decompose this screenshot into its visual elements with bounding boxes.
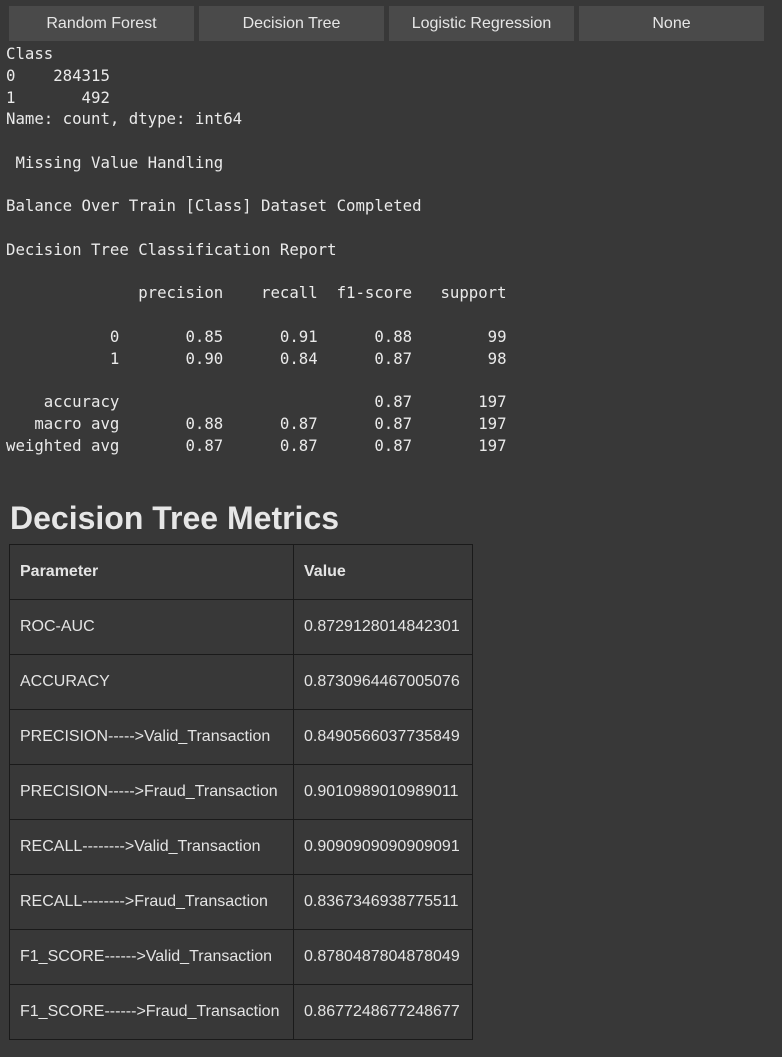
console-line: 1 0.90 0.84 0.87 98 <box>6 348 507 368</box>
random-forest-button[interactable]: Random Forest <box>9 6 194 41</box>
table-row: PRECISION----->Fraud_Transaction 0.90109… <box>9 764 473 820</box>
table-row: F1_SCORE------>Valid_Transaction 0.87804… <box>9 929 473 985</box>
console-line: macro avg 0.88 0.87 0.87 197 <box>6 413 507 433</box>
console-line: 0 0.85 0.91 0.88 99 <box>6 326 507 346</box>
metrics-title: Decision Tree Metrics <box>10 500 340 536</box>
parameter-cell: RECALL-------->Fraud_Transaction <box>9 874 294 930</box>
none-button[interactable]: None <box>579 6 764 41</box>
logistic-regression-button[interactable]: Logistic Regression <box>389 6 574 41</box>
console-line: Name: count, dtype: int64 <box>6 109 243 129</box>
parameter-cell: PRECISION----->Fraud_Transaction <box>9 764 294 820</box>
parameter-cell: RECALL-------->Valid_Transaction <box>9 819 294 875</box>
console-line: 1 492 <box>6 87 110 107</box>
value-cell: 0.8490566037735849 <box>293 709 473 765</box>
table-row: F1_SCORE------>Fraud_Transaction 0.86772… <box>9 984 473 1040</box>
console-output: Class 0 284315 1 492 Name: count, dtype: in… <box>6 43 507 456</box>
console-line: Balance Over Train [Class] Dataset Compl… <box>6 196 422 216</box>
value-cell: 0.9010989010989011 <box>293 764 473 820</box>
value-cell: 0.9090909090909091 <box>293 819 473 875</box>
console-line: accuracy 0.87 197 <box>6 392 507 411</box>
console-line: precision recall f1-score support <box>6 283 507 303</box>
table-row: ROC-AUC 0.8729128014842301 <box>9 599 473 655</box>
table-row: ACCURACY 0.8730964467005076 <box>9 654 473 710</box>
parameter-cell: PRECISION----->Valid_Transaction <box>9 709 294 765</box>
value-cell: 0.8677248677248677 <box>293 984 473 1040</box>
value-cell: 0.8780487804878049 <box>293 929 473 985</box>
console-line: weighted avg 0.87 0.87 0.87 197 <box>6 435 507 455</box>
table-row: RECALL-------->Valid_Transaction 0.90909… <box>9 819 473 875</box>
table-header-row: Parameter Value <box>9 544 473 600</box>
console-line: Decision Tree Classification Report <box>6 239 337 259</box>
parameter-cell: F1_SCORE------>Fraud_Transaction <box>9 984 294 1040</box>
value-cell: 0.8367346938775511 <box>293 874 473 930</box>
decision-tree-button[interactable]: Decision Tree <box>199 6 384 41</box>
header-value: Value <box>293 544 473 600</box>
metrics-table: Parameter Value ROC-AUC 0.87291280148423… <box>9 544 473 1040</box>
model-selector-toolbar: Random Forest Decision Tree Logistic Reg… <box>9 6 764 41</box>
table-row: RECALL-------->Fraud_Transaction 0.83673… <box>9 874 473 930</box>
parameter-cell: ACCURACY <box>9 654 294 710</box>
parameter-cell: F1_SCORE------>Valid_Transaction <box>9 929 294 985</box>
console-line: Missing Value Handling <box>6 152 224 172</box>
value-cell: 0.8730964467005076 <box>293 654 473 710</box>
value-cell: 0.8729128014842301 <box>293 599 473 655</box>
header-parameter: Parameter <box>9 544 294 600</box>
parameter-cell: ROC-AUC <box>9 599 294 655</box>
console-line: Class <box>6 44 54 63</box>
console-line: 0 284315 <box>6 65 110 85</box>
table-row: PRECISION----->Valid_Transaction 0.84905… <box>9 709 473 765</box>
